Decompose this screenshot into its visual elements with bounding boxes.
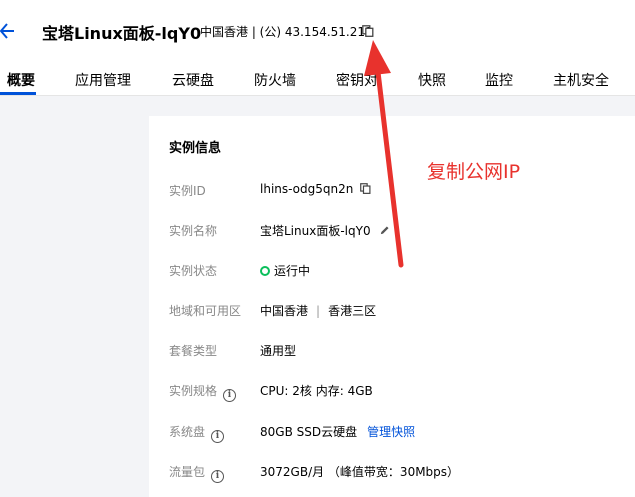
traffic-package-label-text: 流量包 [169, 465, 206, 479]
instance-spec-label-text: 实例规格 [169, 384, 218, 398]
instance-status-value: 运行中 [260, 262, 310, 279]
instance-name-value: 宝塔Linux面板-lqY0 [260, 222, 390, 239]
copy-icon[interactable] [360, 183, 371, 194]
instance-spec-value: CPU: 2核 内存: 4GB [260, 384, 373, 398]
instance-id-value: lhins-odg5qn2n [260, 182, 371, 196]
instance-id-text: lhins-odg5qn2n [260, 182, 354, 196]
instance-info-card: 实例信息 实例ID lhins-odg5qn2n 实例名称 宝塔Linux面板-… [149, 116, 635, 497]
info-icon[interactable]: i [211, 470, 225, 483]
instance-name-text: 宝塔Linux面板-lqY0 [260, 224, 371, 238]
instance-title: 宝塔Linux面板-lqY0 [42, 24, 202, 43]
system-disk-label: 系统盘 i [169, 423, 225, 443]
tab-cloud-disk[interactable]: 云硬盘 [172, 70, 214, 90]
edit-icon[interactable] [379, 225, 390, 236]
region-ip-info: 中国香港 | (公) 43.154.51.211 [200, 25, 373, 39]
manage-snapshot-link[interactable]: 管理快照 [367, 425, 415, 439]
status-dot-icon [260, 266, 270, 276]
tab-overview[interactable]: 概要 [7, 70, 35, 90]
tab-host-security[interactable]: 主机安全 [553, 70, 609, 90]
instance-status-text: 运行中 [274, 264, 311, 278]
tab-firewall[interactable]: 防火墙 [254, 70, 296, 90]
region-text: 中国香港 [260, 304, 309, 318]
tab-active-indicator [0, 92, 36, 95]
info-icon[interactable]: i [211, 430, 225, 443]
back-arrow-icon[interactable] [0, 22, 16, 40]
region-value: 中国香港 | 香港三区 [260, 302, 376, 319]
instance-status-label: 实例状态 [169, 264, 218, 278]
instance-id-label: 实例ID [169, 184, 206, 198]
tab-monitoring[interactable]: 监控 [485, 70, 513, 90]
system-disk-label-text: 系统盘 [169, 425, 206, 439]
region-separator: | [316, 304, 321, 318]
package-type-label: 套餐类型 [169, 344, 218, 358]
top-header: 宝塔Linux面板-lqY0 中国香港 | (公) 43.154.51.211 … [0, 0, 635, 96]
card-title: 实例信息 [169, 141, 222, 156]
info-icon[interactable]: i [223, 389, 237, 402]
tab-key-pair[interactable]: 密钥对 [336, 70, 378, 90]
system-disk-value: 80GB SSD云硬盘 管理快照 [260, 423, 415, 440]
traffic-package-label: 流量包 i [169, 463, 225, 483]
copy-icon[interactable] [362, 25, 374, 37]
instance-spec-label: 实例规格 i [169, 382, 237, 402]
instance-name-label: 实例名称 [169, 224, 218, 238]
traffic-package-value: 3072GB/月 （峰值带宽：30Mbps） [260, 465, 460, 479]
region-label: 地域和可用区 [169, 304, 242, 318]
annotation-copy-public-ip: 复制公网IP [427, 161, 521, 183]
tab-app-management[interactable]: 应用管理 [75, 70, 131, 90]
tab-snapshot[interactable]: 快照 [418, 70, 446, 90]
tab-bar: 概要 应用管理 云硬盘 防火墙 密钥对 快照 监控 主机安全 [0, 64, 635, 96]
zone-text: 香港三区 [328, 304, 377, 318]
system-disk-text: 80GB SSD云硬盘 [260, 425, 358, 439]
package-type-value: 通用型 [260, 344, 297, 358]
